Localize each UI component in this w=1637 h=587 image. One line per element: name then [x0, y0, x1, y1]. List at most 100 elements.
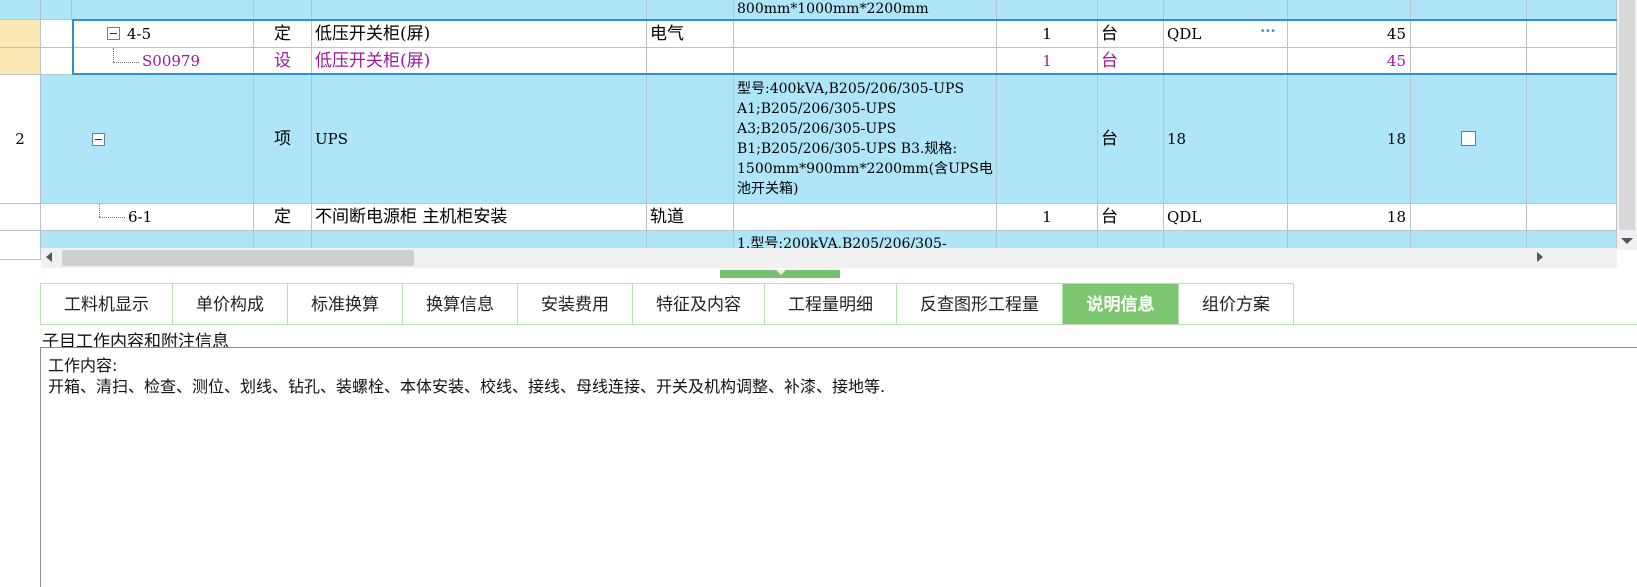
total-cell[interactable]: 18	[1288, 204, 1411, 231]
scroll-right-arrow-icon[interactable]	[1537, 252, 1543, 262]
specialty-cell[interactable]: 电气	[647, 20, 734, 48]
qty-cell[interactable]: 1	[997, 204, 1098, 231]
tab-label: 单价构成	[196, 295, 264, 315]
unit-cell[interactable]: 台	[1098, 20, 1164, 48]
collapse-icon[interactable]	[107, 27, 120, 40]
table-row[interactable]: S00979 设 低压开关柜(屏) 1 台 45	[0, 48, 1637, 75]
name-cell[interactable]: 低压开关柜(屏)	[312, 48, 647, 75]
total-cell[interactable]: 18	[1288, 75, 1411, 204]
spec-line: 池开关箱)	[737, 181, 799, 197]
row-number-cell[interactable]	[0, 204, 41, 231]
type-cell[interactable]: 设	[254, 48, 312, 75]
spec-cell[interactable]: 型号:400kVA,B205/206/305-UPS A1;B205/206/3…	[734, 75, 997, 204]
unit-cell[interactable]: 台	[1098, 204, 1164, 231]
calc-cell[interactable]: QDL ···	[1164, 20, 1288, 48]
type-text: 定	[274, 207, 291, 227]
table-row[interactable]: 4-5 定 低压开关柜(屏) 电气 1 台 QDL ··· 45	[0, 20, 1637, 48]
tab-installation-fees[interactable]: 安装费用	[518, 283, 633, 325]
row-number-cell[interactable]	[0, 231, 41, 260]
panel-splitter-handle[interactable]	[720, 270, 840, 278]
collapse-icon[interactable]	[92, 133, 105, 146]
flag-cell[interactable]	[1411, 48, 1527, 75]
type-cell[interactable]: 定	[254, 20, 312, 48]
calc-cell[interactable]: QDL	[1164, 204, 1288, 231]
scroll-left-arrow-icon[interactable]	[46, 252, 52, 262]
table-row[interactable]: 6-1 定 不间断电源柜 主机柜安装 轨道 1 台 QDL 18	[0, 204, 1637, 231]
qty-cell[interactable]	[997, 75, 1098, 204]
flag-cell[interactable]	[1411, 204, 1527, 231]
spec-line: 1500mm*900mm*2200mm(含UPS电	[737, 161, 993, 177]
name-cell[interactable]	[312, 0, 647, 20]
spec-cell[interactable]	[734, 20, 997, 48]
tree-cell[interactable]: 6-1	[41, 204, 254, 231]
code-cell[interactable]	[41, 0, 72, 20]
tab-pricing-scheme[interactable]: 组价方案	[1179, 283, 1294, 325]
tree-cell[interactable]	[41, 75, 254, 204]
spec-cell[interactable]	[734, 48, 997, 75]
extra-cell[interactable]	[1527, 0, 1617, 20]
name-cell[interactable]: 低压开关柜(屏)	[312, 20, 647, 48]
unit-text: 台	[1101, 207, 1118, 227]
total-cell[interactable]: 45	[1288, 48, 1411, 75]
description-content: 工作内容: 开箱、清扫、检查、测位、划线、钻孔、装螺栓、本体安装、校线、接线、母线…	[48, 355, 885, 397]
calc-cell[interactable]	[1164, 0, 1288, 20]
tab-unit-price[interactable]: 单价构成	[173, 283, 288, 325]
specialty-cell[interactable]	[647, 75, 734, 204]
qty-cell[interactable]: 1	[997, 20, 1098, 48]
tree-cell[interactable]: S00979	[41, 48, 254, 75]
spec-cell[interactable]: 800mm*1000mm*2200mm	[734, 0, 997, 20]
more-options-icon[interactable]: ···	[1260, 20, 1276, 45]
tab-labor-material-machine[interactable]: 工料机显示	[40, 283, 173, 325]
type-cell[interactable]	[254, 0, 312, 20]
unit-cell[interactable]: 台	[1098, 75, 1164, 204]
spec-cell[interactable]	[734, 204, 997, 231]
extra-cell[interactable]	[1527, 48, 1617, 75]
tree-connector	[99, 204, 100, 217]
row-number-cell[interactable]	[0, 48, 41, 75]
specialty-text: 轨道	[650, 207, 684, 227]
scroll-down-arrow-icon[interactable]	[1621, 238, 1633, 244]
specialty-cell[interactable]: 轨道	[647, 204, 734, 231]
tab-features-content[interactable]: 特征及内容	[633, 283, 765, 325]
qty-cell[interactable]	[997, 0, 1098, 20]
row-number-cell[interactable]: 2	[0, 75, 41, 204]
specialty-cell[interactable]	[647, 0, 734, 20]
name-cell[interactable]: UPS	[312, 75, 647, 204]
specialty-cell[interactable]	[647, 48, 734, 75]
flag-cell[interactable]	[1411, 75, 1527, 204]
tab-label: 工程量明细	[788, 295, 873, 315]
tab-description-info[interactable]: 说明信息	[1063, 283, 1179, 325]
vertical-scroll-thumb[interactable]	[1619, 0, 1635, 230]
flag-cell[interactable]	[1411, 20, 1527, 48]
unit-cell[interactable]: 台	[1098, 48, 1164, 75]
type-cell[interactable]: 项	[254, 75, 312, 204]
qty-cell[interactable]: 1	[997, 48, 1098, 75]
calc-cell[interactable]: 18	[1164, 75, 1288, 204]
total-text: 18	[1386, 130, 1406, 148]
tab-standard-conversion[interactable]: 标准换算	[288, 283, 403, 325]
row-checkbox[interactable]	[1461, 131, 1476, 146]
table-row[interactable]: 2 项 UPS 型号:400kVA,B205/206/305-UPS A1;B2…	[0, 75, 1637, 204]
calc-text: QDL	[1167, 25, 1202, 43]
tree-cell[interactable]: 4-5	[41, 20, 254, 48]
name-cell[interactable]: 不间断电源柜 主机柜安装	[312, 204, 647, 231]
row-number-cell[interactable]	[0, 20, 41, 48]
extra-cell[interactable]	[1527, 20, 1617, 48]
tab-quantity-details[interactable]: 工程量明细	[765, 283, 897, 325]
tab-label: 说明信息	[1086, 295, 1155, 315]
tab-conversion-info[interactable]: 换算信息	[403, 283, 518, 325]
horizontal-scroll-thumb[interactable]	[62, 250, 414, 266]
total-cell[interactable]	[1288, 0, 1411, 20]
code-cell[interactable]	[72, 0, 254, 20]
qty-text: 1	[1042, 25, 1052, 43]
total-cell[interactable]: 45	[1288, 20, 1411, 48]
table-row[interactable]: 800mm*1000mm*2200mm	[0, 0, 1637, 20]
extra-cell[interactable]	[1527, 204, 1617, 231]
row-number-cell[interactable]	[0, 0, 41, 20]
flag-cell[interactable]	[1411, 0, 1527, 20]
unit-cell[interactable]	[1098, 0, 1164, 20]
calc-cell[interactable]	[1164, 48, 1288, 75]
tab-graphic-quantity[interactable]: 反查图形工程量	[897, 283, 1063, 325]
extra-cell[interactable]	[1527, 75, 1617, 204]
type-cell[interactable]: 定	[254, 204, 312, 231]
